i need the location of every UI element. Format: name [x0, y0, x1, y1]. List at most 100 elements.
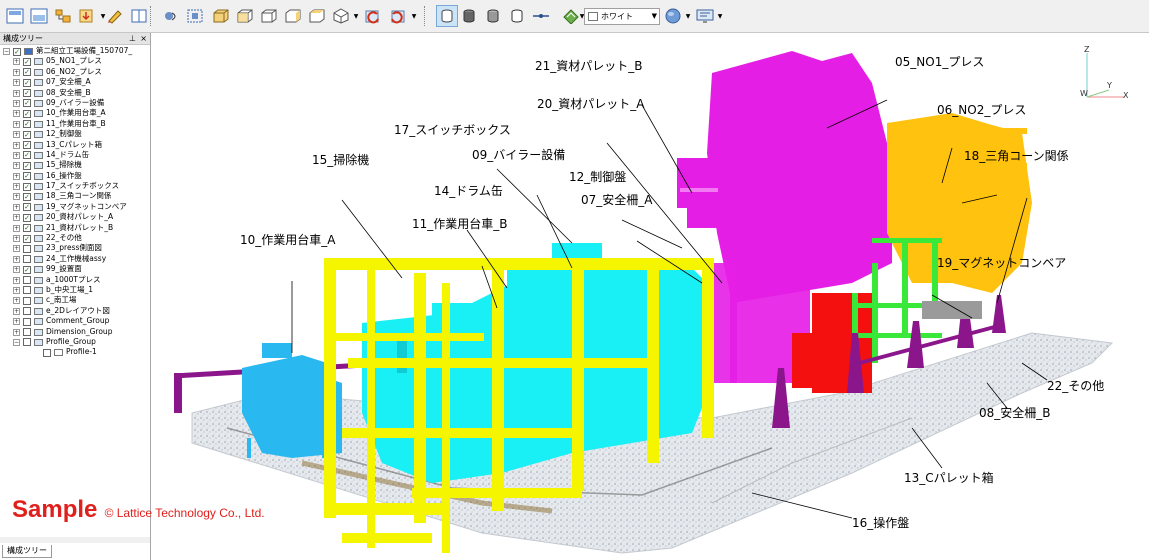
expand-icon[interactable]: +	[13, 162, 20, 170]
visibility-checkbox[interactable]: ✓	[23, 99, 31, 108]
visibility-checkbox[interactable]	[23, 276, 31, 285]
expand-icon[interactable]: +	[13, 276, 20, 284]
expand-icon[interactable]: +	[13, 131, 20, 139]
collapse-icon[interactable]: −	[13, 338, 20, 346]
visibility-checkbox[interactable]: ✓	[23, 130, 31, 139]
tree-item[interactable]: + Comment_Group	[0, 316, 150, 326]
redo-view-icon[interactable]	[386, 5, 408, 27]
view-iso-icon[interactable]	[330, 5, 352, 27]
expand-icon[interactable]: +	[13, 89, 20, 97]
visibility-checkbox[interactable]: ✓	[23, 120, 31, 129]
view-right-icon[interactable]	[282, 5, 304, 27]
tree-item[interactable]: + ✓ 18_三角コーン関係	[0, 191, 150, 201]
visibility-checkbox[interactable]: ✓	[23, 234, 31, 243]
expand-icon[interactable]: +	[13, 99, 20, 107]
toolbar-grip[interactable]	[424, 6, 427, 26]
tree-item[interactable]: − ✓ 第二組立工場設備_150707_	[0, 46, 150, 56]
solid-icon[interactable]	[458, 5, 480, 27]
expand-icon[interactable]: +	[13, 172, 20, 180]
tree-item[interactable]: + ✓ 19_マグネットコンベア	[0, 202, 150, 212]
visibility-checkbox[interactable]: ✓	[23, 141, 31, 150]
tree-item[interactable]: + ✓ 05_NO1_プレス	[0, 56, 150, 66]
visibility-checkbox[interactable]	[23, 307, 31, 316]
visibility-checkbox[interactable]: ✓	[23, 265, 31, 274]
expand-icon[interactable]: +	[13, 58, 20, 66]
expand-icon[interactable]: +	[13, 235, 20, 243]
pen-icon[interactable]	[104, 5, 126, 27]
open-icon[interactable]	[28, 5, 50, 27]
visibility-checkbox[interactable]: ✓	[23, 68, 31, 77]
expand-icon[interactable]: +	[13, 183, 20, 191]
visibility-checkbox[interactable]: ✓	[23, 109, 31, 118]
expand-icon[interactable]: +	[13, 151, 20, 159]
visibility-checkbox[interactable]: ✓	[23, 78, 31, 87]
tree-item[interactable]: + ✓ 16_操作盤	[0, 171, 150, 181]
visibility-checkbox[interactable]: ✓	[23, 161, 31, 170]
visibility-checkbox[interactable]: ✓	[23, 172, 31, 181]
visibility-checkbox[interactable]	[23, 328, 31, 337]
tree-item[interactable]: + a_1000Tプレス	[0, 275, 150, 285]
collapse-icon[interactable]: −	[3, 48, 10, 55]
visibility-checkbox[interactable]: ✓	[23, 203, 31, 212]
view-front-icon[interactable]	[210, 5, 232, 27]
horizontal-scrollbar[interactable]	[0, 537, 150, 543]
visibility-checkbox[interactable]	[23, 255, 31, 264]
visibility-checkbox[interactable]	[43, 348, 51, 357]
tree-item[interactable]: + ✓ 21_資材パレット_B	[0, 223, 150, 233]
visibility-checkbox[interactable]: ✓	[23, 89, 31, 98]
visibility-checkbox[interactable]: ✓	[23, 151, 31, 160]
tree-item[interactable]: + ✓ 20_資材パレット_A	[0, 212, 150, 222]
undo-view-icon[interactable]	[362, 5, 384, 27]
tree-item[interactable]: + ✓ 07_安全柵_A	[0, 77, 150, 87]
tree-item[interactable]: + e_2Dレイアウト図	[0, 306, 150, 316]
expand-icon[interactable]: +	[13, 286, 20, 294]
hidden-line-icon[interactable]	[506, 5, 528, 27]
tree-item[interactable]: + Dimension_Group	[0, 327, 150, 337]
tree-item[interactable]: + ✓ 11_作業用台車_B	[0, 119, 150, 129]
screen-icon[interactable]	[694, 5, 716, 27]
expand-icon[interactable]: +	[13, 214, 20, 222]
3d-viewport[interactable]: Z W Y X 21_資材パレット_B 05_NO1_プレス 20_資材パレット…	[152, 33, 1149, 560]
expand-icon[interactable]: +	[13, 297, 20, 305]
visibility-checkbox[interactable]: ✓	[23, 192, 31, 201]
expand-icon[interactable]: +	[13, 307, 20, 315]
shading-icon[interactable]	[436, 5, 458, 27]
expand-icon[interactable]: +	[13, 110, 20, 118]
expand-icon[interactable]: +	[13, 266, 20, 274]
close-icon[interactable]: ×	[140, 33, 147, 45]
visibility-checkbox[interactable]	[23, 296, 31, 305]
book-icon[interactable]	[128, 5, 150, 27]
visibility-checkbox[interactable]: ✓	[23, 182, 31, 191]
visibility-checkbox[interactable]	[23, 338, 31, 347]
expand-icon[interactable]: +	[13, 68, 20, 76]
tree-item[interactable]: − Profile_Group	[0, 337, 150, 347]
tab-structure-tree[interactable]: 構成ツリー	[2, 545, 52, 558]
import-icon[interactable]	[76, 5, 98, 27]
expand-icon[interactable]: +	[13, 141, 20, 149]
sphere-icon[interactable]	[662, 5, 684, 27]
tree-item[interactable]: +24_工作機械assy	[0, 254, 150, 264]
tree-item[interactable]: + ✓ 13_Cパレット箱	[0, 140, 150, 150]
visibility-checkbox[interactable]: ✓	[23, 213, 31, 222]
expand-icon[interactable]: +	[13, 255, 20, 263]
visibility-checkbox[interactable]	[23, 317, 31, 326]
expand-icon[interactable]: +	[13, 318, 20, 326]
expand-icon[interactable]: +	[13, 193, 20, 201]
expand-icon[interactable]: +	[13, 245, 20, 253]
dropdown-arrow-icon[interactable]: ▼	[352, 5, 360, 27]
tree-item[interactable]: + ✓ 06_NO2_プレス	[0, 67, 150, 77]
dropdown-arrow-icon[interactable]: ▼	[410, 5, 418, 27]
dropdown-arrow-icon[interactable]: ▼	[716, 5, 724, 27]
tree-item[interactable]: + ✓ 22_その他	[0, 233, 150, 243]
expand-icon[interactable]: +	[13, 224, 20, 232]
view-left-icon[interactable]	[258, 5, 280, 27]
line-icon[interactable]	[530, 5, 552, 27]
view-back-icon[interactable]	[234, 5, 256, 27]
expand-icon[interactable]: +	[13, 79, 20, 87]
new-doc-icon[interactable]	[4, 5, 26, 27]
tree-item[interactable]: + ✓ 09_バイラー設備	[0, 98, 150, 108]
expand-icon[interactable]: +	[13, 203, 20, 211]
tree-item[interactable]: + b_中央工場_1	[0, 285, 150, 295]
background-color-select[interactable]: ホワイト ▼	[584, 8, 660, 25]
visibility-checkbox[interactable]	[23, 286, 31, 295]
